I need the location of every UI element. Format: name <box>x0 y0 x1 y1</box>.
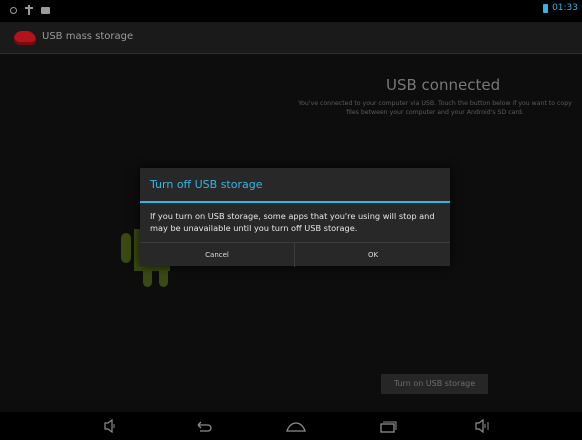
cancel-button[interactable]: Cancel <box>140 243 295 267</box>
ok-button[interactable]: OK <box>296 243 450 267</box>
usb-icon <box>25 5 33 15</box>
status-right: 01:33 <box>543 3 578 13</box>
usb-description: You've connected to your computer via US… <box>298 100 572 116</box>
home-icon[interactable] <box>283 416 309 436</box>
status-bar: 01:33 <box>0 0 582 22</box>
app-title: USB mass storage <box>42 31 134 42</box>
navigation-bar <box>0 412 582 440</box>
recent-apps-icon[interactable] <box>375 416 401 436</box>
volume-up-icon[interactable] <box>469 416 495 436</box>
dialog-divider <box>140 201 450 203</box>
dialog-title: Turn off USB storage <box>150 178 263 191</box>
status-icons <box>10 5 50 15</box>
volume-down-icon[interactable] <box>96 416 122 436</box>
back-icon[interactable] <box>190 416 216 436</box>
usb-connected-heading: USB connected <box>386 76 501 94</box>
action-bar: USB mass storage <box>0 22 582 54</box>
sd-card-icon <box>41 6 50 14</box>
battery-icon <box>543 3 549 13</box>
turn-off-usb-dialog: Turn off USB storage If you turn on USB … <box>140 168 450 267</box>
notification-dot-icon <box>10 6 17 14</box>
clock: 01:33 <box>552 3 578 13</box>
dialog-button-bar: Cancel OK <box>140 242 450 267</box>
turn-on-usb-storage-button[interactable]: Turn on USB storage <box>381 374 488 394</box>
usb-storage-app-icon[interactable] <box>14 31 36 45</box>
dialog-message: If you turn on USB storage, some apps th… <box>150 211 435 233</box>
